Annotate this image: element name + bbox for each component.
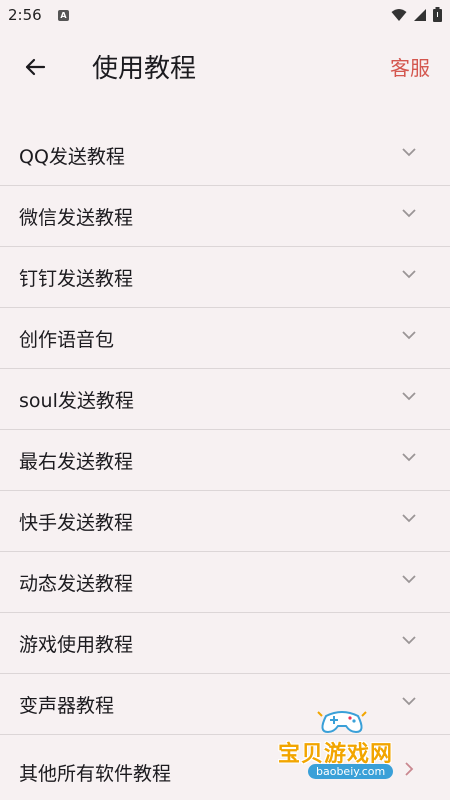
- chevron-down-icon: [402, 270, 416, 279]
- list-item-label: soul发送教程: [19, 390, 134, 412]
- list-item[interactable]: 钉钉发送教程: [0, 247, 450, 308]
- list-item-label: 其他所有软件教程: [19, 763, 172, 785]
- back-button[interactable]: [18, 50, 52, 84]
- chevron-down-icon: [402, 453, 416, 462]
- chevron-down-icon: [402, 331, 416, 340]
- list-item[interactable]: 微信发送教程: [0, 186, 450, 247]
- status-time: 2:56: [8, 6, 42, 24]
- watermark-logo: 宝贝游戏网 baobeiy.com: [270, 706, 420, 786]
- wifi-icon: [391, 8, 407, 21]
- battery-icon: [433, 7, 442, 22]
- tutorial-list: QQ发送教程 微信发送教程 钉钉发送教程 创作语音包 soul发送教程 最右发送…: [0, 125, 450, 785]
- list-item-label: 最右发送教程: [19, 451, 134, 473]
- chevron-down-icon: [402, 697, 416, 706]
- chevron-down-icon: [402, 636, 416, 645]
- chevron-down-icon: [402, 209, 416, 218]
- list-item-label: 变声器教程: [19, 695, 115, 717]
- chevron-down-icon: [402, 148, 416, 157]
- list-item[interactable]: QQ发送教程: [0, 125, 450, 186]
- list-item[interactable]: 动态发送教程: [0, 552, 450, 613]
- list-item[interactable]: 游戏使用教程: [0, 613, 450, 674]
- list-item-label: QQ发送教程: [19, 146, 125, 168]
- page-title: 使用教程: [92, 54, 197, 84]
- list-item-label: 游戏使用教程: [19, 634, 134, 656]
- list-item-label: 快手发送教程: [19, 512, 134, 534]
- chevron-down-icon: [402, 575, 416, 584]
- list-item-label: 微信发送教程: [19, 207, 134, 229]
- status-bar: 2:56 A: [0, 0, 450, 32]
- chevron-down-icon: [402, 392, 416, 401]
- list-item[interactable]: 最右发送教程: [0, 430, 450, 491]
- list-item[interactable]: 创作语音包: [0, 308, 450, 369]
- list-item[interactable]: soul发送教程: [0, 369, 450, 430]
- list-item-label: 动态发送教程: [19, 573, 134, 595]
- signal-icon: [414, 8, 426, 21]
- list-item-label: 创作语音包: [19, 329, 115, 351]
- chevron-down-icon: [402, 514, 416, 523]
- status-icons: [391, 7, 442, 22]
- arrow-left-icon: [25, 58, 46, 76]
- notification-icon: A: [58, 10, 69, 21]
- gamepad-icon: [317, 711, 367, 734]
- app-bar: 使用教程 客服: [0, 32, 450, 100]
- watermark-url: baobeiy.com: [308, 764, 394, 779]
- list-item-label: 钉钉发送教程: [19, 268, 134, 290]
- customer-service-button[interactable]: 客服: [390, 52, 430, 81]
- list-item[interactable]: 快手发送教程: [0, 491, 450, 552]
